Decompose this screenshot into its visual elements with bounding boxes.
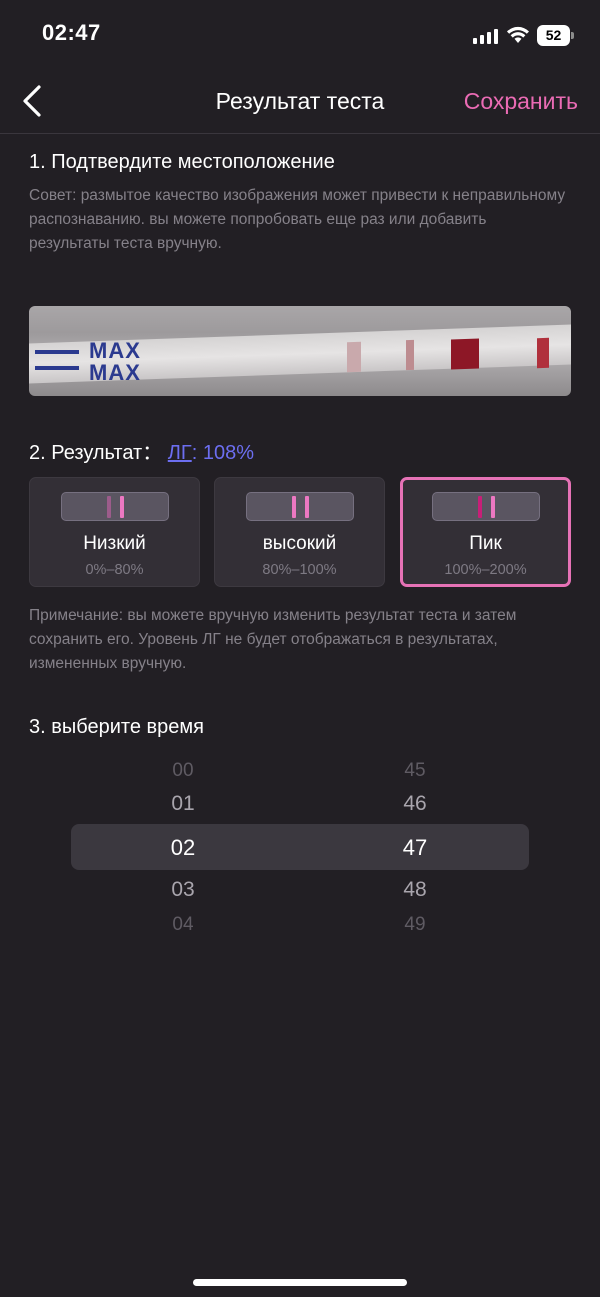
hour-option[interactable]: 04 bbox=[153, 914, 213, 930]
home-indicator[interactable] bbox=[193, 1279, 407, 1286]
cellular-signal-icon bbox=[473, 28, 501, 44]
hour-option[interactable]: 03 bbox=[153, 878, 213, 902]
option-range: 100%–200% bbox=[444, 562, 527, 578]
nav-divider bbox=[0, 133, 600, 134]
option-name: высокий bbox=[262, 533, 337, 554]
blur-hint-text: Совет: размытое качество изображения мож… bbox=[29, 187, 566, 252]
option-range: 80%–100% bbox=[262, 562, 337, 578]
result-heading: 2. Результат： ЛГ: 108% bbox=[29, 436, 254, 465]
minute-option[interactable]: 48 bbox=[385, 878, 445, 902]
battery-level: 52 bbox=[537, 25, 570, 46]
test-strip-high-icon bbox=[245, 492, 354, 521]
wifi-icon bbox=[507, 26, 529, 43]
select-time-title: 3. выберите время bbox=[29, 716, 204, 738]
test-strip-low-icon bbox=[60, 492, 169, 521]
strip-max-label: MAX bbox=[89, 360, 141, 385]
result-option-high[interactable]: высокий 80%–100% bbox=[214, 477, 385, 587]
hour-selected[interactable]: 02 bbox=[153, 835, 213, 861]
result-option-low[interactable]: Низкий 0%–80% bbox=[29, 477, 200, 587]
option-range: 0%–80% bbox=[85, 562, 144, 578]
battery-icon: 52 bbox=[537, 25, 575, 46]
minute-option[interactable]: 45 bbox=[385, 760, 445, 776]
result-option-peak[interactable]: Пик 100%–200% bbox=[400, 477, 571, 587]
option-name: Низкий bbox=[83, 533, 146, 554]
result-title: 2. Результат： bbox=[29, 442, 163, 464]
status-time: 02:47 bbox=[42, 20, 101, 45]
save-button[interactable]: Сохранить bbox=[464, 88, 578, 115]
hour-option[interactable]: 00 bbox=[153, 760, 213, 776]
test-strip-image[interactable]: MAX MAX bbox=[29, 306, 571, 396]
page-title: Результат теста bbox=[215, 88, 385, 114]
manual-edit-note: Примечание: вы можете вручную изменить р… bbox=[29, 607, 517, 672]
minute-option[interactable]: 49 bbox=[385, 914, 445, 930]
option-name: Пик bbox=[469, 533, 502, 554]
time-picker-selection bbox=[71, 824, 529, 870]
section-confirm-location-title: 1. Подтвердите местоположение bbox=[29, 151, 335, 173]
minute-option[interactable]: 46 bbox=[385, 792, 445, 816]
hour-option[interactable]: 01 bbox=[153, 792, 213, 816]
back-chevron-icon[interactable] bbox=[18, 84, 48, 118]
lh-value: : 108% bbox=[191, 442, 254, 464]
lh-link[interactable]: ЛГ bbox=[168, 442, 192, 464]
test-strip-peak-icon bbox=[431, 492, 540, 521]
minute-selected[interactable]: 47 bbox=[385, 835, 445, 861]
